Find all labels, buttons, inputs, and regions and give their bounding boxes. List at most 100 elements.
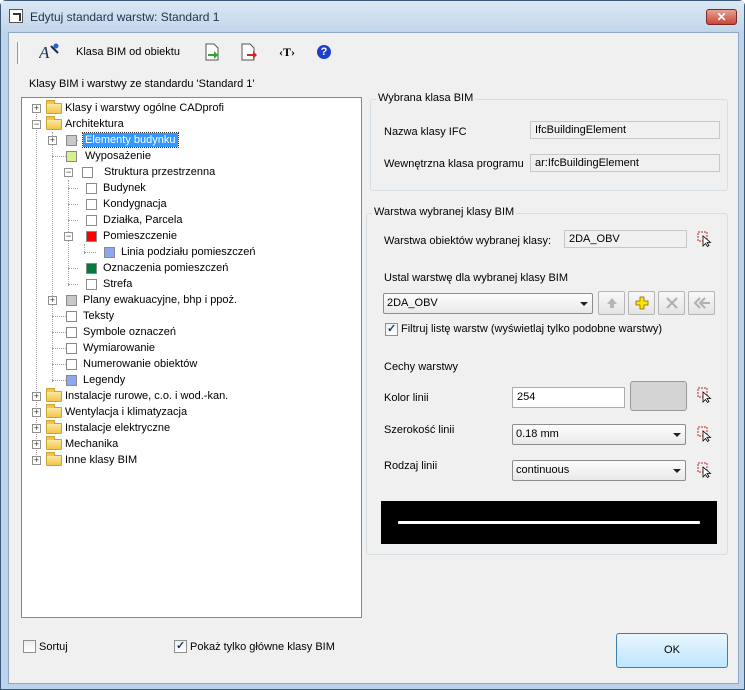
plus-icon [635,296,648,310]
app-icon [9,9,23,23]
tree-item-label: Wymiarowanie [83,342,156,354]
ifc-class-value: IfcBuildingElement [530,121,720,139]
chevron-down-icon [673,469,681,473]
arrow-up-icon [606,298,617,308]
folder-open-icon [46,116,62,130]
help-icon[interactable]: ? [315,41,333,63]
selected-class-layer-group: Warstwa wybranej klasy BIM Warstwa obiek… [366,206,728,555]
layer-select[interactable]: 2DA_OBV [383,293,593,314]
title-bar[interactable]: Edytuj standard warstw: Standard 1 ✕ [1,1,744,31]
tree-item-label: Mechanika [65,438,119,450]
tree-item-label: Teksty [83,310,115,322]
internal-class-value: ar:IfcBuildingElement [530,154,720,172]
layer-color-swatch [86,183,97,194]
tree-line [52,380,66,381]
tree-line [52,332,66,333]
pick-from-object-icon[interactable] [697,426,713,443]
layer-color-swatch [86,279,97,290]
layer-color-swatch [66,135,77,146]
pick-from-object-icon[interactable] [697,462,713,479]
expand-icon[interactable]: + [32,424,41,433]
bim-from-object-icon[interactable]: A [37,41,63,63]
tree-line [52,132,53,382]
import-icon[interactable] [201,41,223,63]
tree-line [68,284,78,285]
tree-header: Klasy BIM i warstwy ze standardu 'Standa… [29,78,255,90]
move-up-button[interactable] [598,291,625,315]
layer-color-swatch [66,327,77,338]
line-color-swatch-button[interactable] [630,381,687,411]
collapse-icon[interactable]: − [64,232,73,241]
set-layer-label: Ustal warstwę dla wybranej klasy BIM [384,272,569,284]
toolbar-grip[interactable] [17,42,20,64]
collapse-icon[interactable]: − [64,168,73,177]
tree-line [52,316,66,317]
tree-item-label: Symbole oznaczeń [83,326,176,338]
tree-item-label: Działka, Parcela [103,214,183,226]
group-title: Warstwa wybranej klasy BIM [372,206,517,218]
chevron-down-icon [580,302,588,306]
objects-layer-label: Warstwa obiektów wybranej klasy: [384,235,552,247]
tree-item-label: Wyposażenie [85,150,151,162]
help-glyph: ? [317,45,331,59]
chevron-down-icon [673,433,681,437]
tree-item-label: Kondygnacja [103,198,167,210]
back-button[interactable] [688,291,715,315]
internal-class-label: Wewnętrzna klasa programu [384,158,524,170]
tree-item-label: Linia podziału pomieszczeń [121,246,256,258]
tree-item-label: Elementy budynku [82,132,179,148]
layer-color-swatch [66,359,77,370]
expand-icon[interactable]: + [48,296,57,305]
tree-line [84,252,96,253]
layer-features-label: Cechy warstwy [384,361,458,373]
expand-icon[interactable]: + [32,392,41,401]
bim-class-tree[interactable]: + Klasy i warstwy ogólne CADprofi − Arch… [21,97,362,618]
sort-checkbox[interactable] [23,640,36,653]
tree-item-label: Oznaczenia pomieszczeń [103,262,229,274]
tree-line [52,364,66,365]
tree-line [52,348,66,349]
window-title: Edytuj standard warstw: Standard 1 [30,10,220,24]
tree-item-label: Plany ewakuacyjne, bhp i ppoż. [83,294,238,306]
layer-color-swatch [86,263,97,274]
line-color-input[interactable]: 254 [512,387,625,408]
expand-icon[interactable]: + [32,408,41,417]
tree-item-label: Wentylacja i klimatyzacja [65,406,188,418]
folder-icon [46,436,62,450]
layer-color-swatch [66,295,77,306]
layer-color-swatch [66,151,77,162]
line-width-select[interactable]: 0.18 mm [512,424,686,445]
expand-icon[interactable]: + [32,440,41,449]
selected-bim-class-group: Wybrana klasa BIM Nazwa klasy IFC IfcBui… [370,92,728,191]
line-type-select[interactable]: continuous [512,460,686,481]
line-type-value: continuous [516,464,570,476]
close-button[interactable]: ✕ [706,9,737,25]
bim-from-object-button[interactable]: Klasa BIM od obiektu [76,41,180,63]
ifc-class-label: Nazwa klasy IFC [384,126,467,138]
tree-item-label: Instalacje elektryczne [65,422,171,434]
expand-icon[interactable]: + [32,456,41,465]
folder-icon [46,420,62,434]
layer-color-swatch [86,199,97,210]
tree-item-label: Klasy i warstwy ogólne CADprofi [65,102,224,114]
expand-icon[interactable]: + [48,136,57,145]
add-layer-button[interactable] [628,291,655,315]
layer-color-swatch [104,247,115,258]
text-tool-icon[interactable]: ‹T› [274,41,300,63]
pick-from-object-icon[interactable] [697,231,713,248]
tree-line [68,204,78,205]
line-width-label: Szerokość linii [384,424,455,436]
line-width-value: 0.18 mm [516,428,559,440]
main-classes-only-checkbox[interactable] [174,639,187,653]
layer-color-swatch [66,375,77,386]
delete-layer-button[interactable] [658,291,685,315]
folder-icon [46,388,62,402]
ok-button[interactable]: OK [616,633,728,668]
filter-layers-checkbox[interactable] [385,322,398,336]
export-icon[interactable] [238,41,260,63]
svg-text:A: A [39,43,50,62]
collapse-icon[interactable]: − [32,120,41,129]
expand-icon[interactable]: + [32,104,41,113]
pick-from-object-icon[interactable] [697,387,713,404]
line-preview [381,501,717,544]
